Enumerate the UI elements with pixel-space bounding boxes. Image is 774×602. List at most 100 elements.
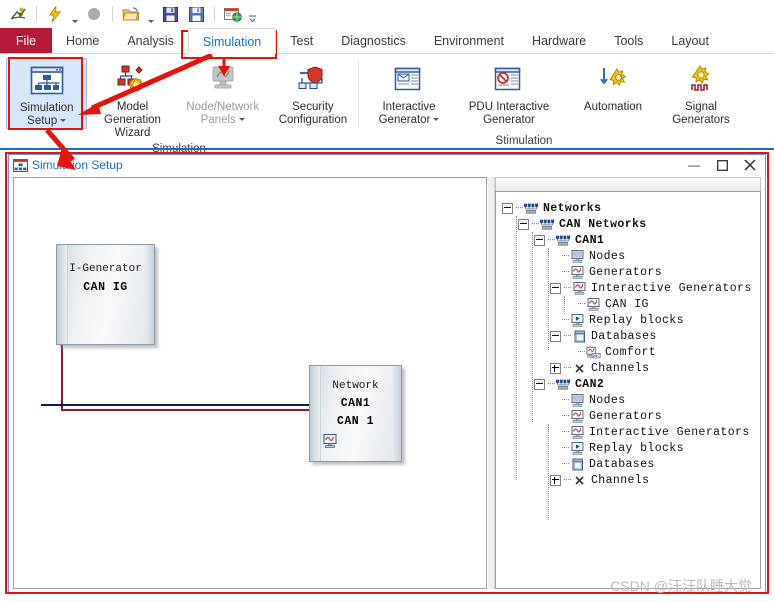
tree-collapse-icon[interactable] <box>518 218 529 230</box>
open-configuration-icon[interactable] <box>119 3 143 25</box>
tab-tools[interactable]: Tools <box>600 28 657 54</box>
bus-link-horizontal <box>61 409 312 411</box>
tree-item-label: Interactive Generators <box>589 425 750 439</box>
tree-item[interactable]: CAN2 <box>502 376 758 392</box>
toolbar-separator-3 <box>214 6 215 22</box>
network-cluster-icon <box>524 201 539 215</box>
security-configuration-label-line2: Configuration <box>278 114 348 126</box>
simulation-setup-canvas[interactable]: I-Generator CAN IG Network CAN1 CAN 1 <box>13 177 487 589</box>
tree-item[interactable]: DBC Comfort <box>502 344 758 360</box>
simulation-setup-dropdown-icon[interactable] <box>60 119 67 123</box>
model-generation-wizard-button[interactable]: Model Generation Wizard <box>87 58 177 140</box>
tab-environment[interactable]: Environment <box>420 28 518 54</box>
save-configuration-icon[interactable] <box>158 3 182 25</box>
node-network-panels-label: Node/Network Panels <box>186 101 259 127</box>
tree-guide-line <box>516 216 518 480</box>
tree-item[interactable]: CAN1 <box>502 232 758 248</box>
save-all-icon[interactable] <box>184 3 208 25</box>
tree-expand-icon[interactable] <box>550 474 561 486</box>
toolbar-separator-2 <box>112 6 113 22</box>
pdu-interactive-generator-button[interactable]: PDU Interactive Generator <box>459 58 559 127</box>
node-book-edge-right <box>392 366 401 461</box>
node-book-edge-left <box>310 366 321 461</box>
tab-file[interactable]: File <box>0 28 52 54</box>
interactive-generator-label-line1: Interactive <box>382 101 436 113</box>
node-book-edge-left <box>57 245 68 344</box>
tree-collapse-icon[interactable] <box>534 378 545 390</box>
tree-item[interactable]: Generators <box>502 408 758 424</box>
tree-connector <box>564 335 571 337</box>
security-configuration-icon <box>296 61 330 99</box>
pane-splitter[interactable] <box>487 177 495 589</box>
simulation-setup-label: Simulation Setup <box>20 102 74 128</box>
tree-item[interactable]: Generators <box>502 264 758 280</box>
tree-collapse-icon[interactable] <box>550 330 561 342</box>
node-network-panels-dropdown-icon[interactable] <box>238 118 245 122</box>
tree-view[interactable]: Networks CAN Networks CAN1 Nodes Generators I… <box>495 191 761 589</box>
tree-collapse-icon[interactable] <box>534 234 545 246</box>
tree-collapse-icon[interactable] <box>502 202 513 214</box>
tree-item[interactable]: Nodes <box>502 392 758 408</box>
minimize-button[interactable]: — <box>687 158 701 172</box>
canoe-application-window: File Home Analysis Simulation Test Diagn… <box>0 0 774 602</box>
diagram-node-network-can1[interactable]: Network CAN1 CAN 1 <box>309 365 402 462</box>
tree-item[interactable]: Channels <box>502 360 758 376</box>
tree-item[interactable]: Databases <box>502 456 758 472</box>
tree-item[interactable]: CAN IG <box>502 296 758 312</box>
model-generation-wizard-label-line1: Model Generation <box>104 101 161 126</box>
quick-access-toolbar <box>0 0 774 28</box>
security-configuration-button[interactable]: Security Configuration <box>268 58 358 127</box>
tree-item-label: Generators <box>589 409 663 423</box>
node-book-edge-right <box>145 245 154 344</box>
interactive-generator-dropdown-icon[interactable] <box>433 118 440 122</box>
tab-analysis[interactable]: Analysis <box>113 28 188 54</box>
node-network-panels-label-line2: Panels <box>200 114 236 126</box>
tree-item[interactable]: Interactive Generators <box>502 424 758 440</box>
tab-hardware[interactable]: Hardware <box>518 28 600 54</box>
simulation-setup-button[interactable]: Simulation Setup <box>6 58 88 129</box>
tab-test[interactable]: Test <box>276 28 327 54</box>
ribbon-group-stimulation: Interactive Generator PDU Interactive Ge… <box>359 54 759 150</box>
overflow-icon[interactable] <box>247 1 258 28</box>
interactive-generator-button[interactable]: Interactive Generator <box>359 58 459 127</box>
maximize-button[interactable] <box>715 158 729 172</box>
simulation-setup-window: Simulation Setup — I-Generator CAN IG Ne… <box>8 154 766 594</box>
window-body: I-Generator CAN IG Network CAN1 CAN 1 Ne… <box>13 177 761 589</box>
tab-diagnostics[interactable]: Diagnostics <box>327 28 420 54</box>
tree-expand-icon[interactable] <box>550 362 561 374</box>
tree-connector <box>548 239 555 241</box>
tree-item[interactable]: Replay blocks <box>502 440 758 456</box>
automation-button[interactable]: Automation <box>569 58 657 114</box>
tree-connector <box>564 367 571 369</box>
desktop-icon[interactable] <box>221 3 245 25</box>
tree-item[interactable]: Networks <box>502 200 758 216</box>
close-button[interactable] <box>743 158 757 172</box>
tree-item[interactable]: Interactive Generators <box>502 280 758 296</box>
signal-generators-label-line2: Generators <box>672 114 730 126</box>
tab-home[interactable]: Home <box>52 28 113 54</box>
tree-connector <box>516 207 523 209</box>
start-measurement-icon[interactable] <box>43 3 67 25</box>
tree-item[interactable]: Replay blocks <box>502 312 758 328</box>
diagram-node-can-ig[interactable]: I-Generator CAN IG <box>56 244 155 345</box>
tab-simulation[interactable]: Simulation <box>187 28 277 54</box>
ribbon-panel: Simulation Setup Model Generation Wizard… <box>0 54 774 155</box>
tree-item[interactable]: CAN Networks <box>502 216 758 232</box>
tree-item-label: Generators <box>589 265 663 279</box>
stop-measurement-icon[interactable] <box>82 3 106 25</box>
tree-item[interactable]: Channels <box>502 472 758 488</box>
bus-link-network-stub <box>41 404 312 406</box>
interactive-generator-label: Interactive Generator <box>379 101 440 127</box>
tree-item[interactable]: Nodes <box>502 248 758 264</box>
open-dropdown-icon[interactable] <box>145 1 156 28</box>
tab-layout[interactable]: Layout <box>657 28 723 54</box>
tree-item-label: Interactive Generators <box>591 281 752 295</box>
tree-collapse-icon[interactable] <box>550 282 561 294</box>
generator-icon <box>570 265 585 279</box>
start-dropdown-icon[interactable] <box>69 1 80 28</box>
signal-generators-button[interactable]: Signal Generators <box>657 58 745 127</box>
canoe-logo-icon[interactable] <box>6 3 30 25</box>
generator-icon <box>570 409 585 423</box>
tree-item[interactable]: Databases <box>502 328 758 344</box>
node-network-panels-button[interactable]: Node/Network Panels <box>178 58 268 127</box>
